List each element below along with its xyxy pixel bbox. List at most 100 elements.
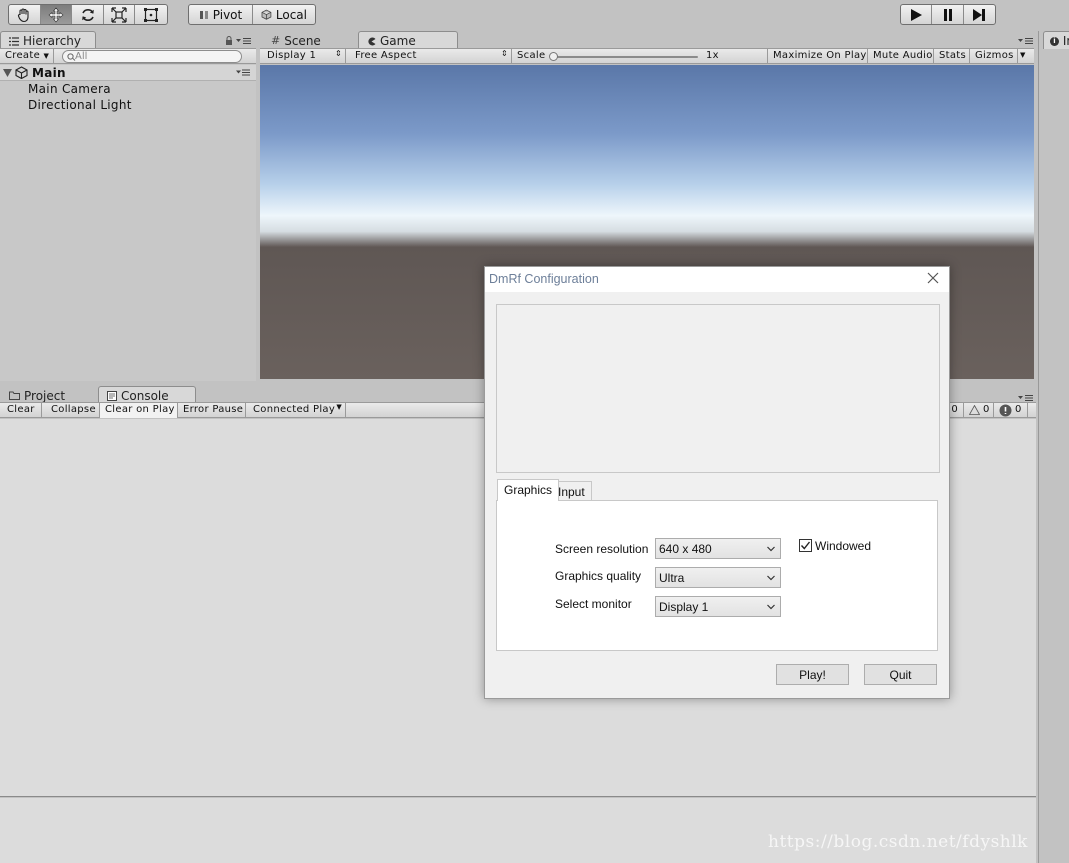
chevron-down-icon <box>767 604 775 610</box>
display-label: Display 1 <box>267 50 317 61</box>
tab-hierarchy-label: Hierarchy <box>23 34 82 48</box>
move-arrows-icon <box>48 7 64 22</box>
step-button[interactable] <box>964 5 995 24</box>
hand-tool-button[interactable] <box>9 5 41 24</box>
scene-menu-icon[interactable] <box>236 69 250 76</box>
mute-audio-toggle[interactable]: Mute Audio <box>868 49 934 64</box>
error-icon <box>999 404 1012 417</box>
display-dropdown[interactable]: Display 1 ⇕ <box>262 49 346 64</box>
local-label: Local <box>275 7 307 22</box>
graphics-quality-label: Graphics quality <box>555 569 642 583</box>
dropdown-caret-icon: ▼ <box>43 52 50 60</box>
stats-toggle[interactable]: Stats <box>934 49 970 64</box>
dialog-title: DmRf Configuration <box>489 272 599 286</box>
mute-label: Mute Audio <box>873 50 933 61</box>
updown-caret-icon: ⇕ <box>334 49 342 58</box>
tab-graphics[interactable]: Graphics <box>497 479 560 501</box>
graphics-quality-select[interactable]: Ultra <box>655 567 781 588</box>
tab-graphics-label: Graphics <box>504 483 553 497</box>
play-icon <box>911 8 923 21</box>
error-pause-toggle[interactable]: Error Pause <box>178 403 246 418</box>
aspect-label: Free Aspect <box>355 50 417 61</box>
gizmos-toggle[interactable]: Gizmos <box>970 49 1018 64</box>
scale-icon <box>111 6 127 23</box>
hierarchy-panel: Hierarchy Create ▼ All Main Main Camera … <box>0 31 256 381</box>
collapse-toggle[interactable]: Collapse <box>46 403 100 418</box>
pause-icon <box>943 8 952 21</box>
windowed-label: Windowed <box>815 539 872 553</box>
scale-tool-button[interactable] <box>104 5 136 24</box>
create-dropdown[interactable]: Create ▼ <box>0 49 54 64</box>
scale-value: 1x <box>706 50 719 61</box>
play-button[interactable] <box>901 5 933 24</box>
pacman-icon <box>368 37 376 45</box>
scale-slider-handle[interactable] <box>549 52 558 61</box>
expand-triangle-icon[interactable] <box>3 69 12 77</box>
graphics-quality-value: Ultra <box>659 571 685 585</box>
info-icon: i <box>1050 36 1059 46</box>
scene-name: Main <box>32 66 66 80</box>
transform-tools <box>8 4 168 25</box>
lock-icon[interactable] <box>225 36 233 45</box>
pivot-label: Pivot <box>212 7 243 22</box>
game-toolbar: Display 1 ⇕ Free Aspect ⇕ Scale 1x Maxim… <box>260 48 1034 64</box>
panel-menu-icon[interactable] <box>1018 37 1034 45</box>
main-toolbar: Pivot Local <box>0 0 1069 31</box>
step-icon <box>973 8 986 21</box>
watermark: https://blog.csdn.net/fdyshlk <box>768 832 1028 852</box>
hierarchy-toolbar: Create ▼ All <box>0 48 256 64</box>
aspect-dropdown[interactable]: Free Aspect ⇕ <box>350 49 512 64</box>
move-tool-button[interactable] <box>40 5 73 24</box>
console-detail-area[interactable] <box>0 798 1036 863</box>
scene-row-main[interactable]: Main <box>0 65 256 81</box>
warning-filter-toggle[interactable]: 0 <box>966 403 994 418</box>
list-item[interactable]: Directional Light <box>0 97 256 113</box>
tab-project-label: Project <box>24 388 66 403</box>
connected-player-dropdown[interactable]: Connected Player ▼ <box>248 403 346 418</box>
close-button[interactable] <box>925 270 941 286</box>
rotate-tool-button[interactable] <box>72 5 104 24</box>
folder-icon <box>9 391 20 400</box>
local-button[interactable]: Local <box>253 5 315 24</box>
rect-tool-button[interactable] <box>135 5 167 24</box>
hierarchy-item-label: Main Camera <box>28 82 111 96</box>
tab-hierarchy[interactable]: Hierarchy <box>0 31 96 49</box>
warning-count: 0 <box>983 404 990 415</box>
error-filter-toggle[interactable]: 0 <box>996 403 1028 418</box>
quit-label: Quit <box>889 668 912 682</box>
screen-resolution-label: Screen resolution <box>555 542 649 556</box>
clear-button[interactable]: Clear <box>2 403 42 418</box>
gizmos-dropdown[interactable]: ▼ <box>1018 49 1032 64</box>
list-item[interactable]: Main Camera <box>0 81 256 97</box>
hierarchy-search[interactable]: All <box>62 50 242 63</box>
quit-button[interactable]: Quit <box>864 664 937 685</box>
scale-slider[interactable] <box>552 56 698 58</box>
tab-scene[interactable]: # Scene <box>262 31 358 48</box>
hand-icon <box>18 7 29 22</box>
rotate-icon <box>81 8 94 21</box>
select-monitor-select[interactable]: Display 1 <box>655 596 781 617</box>
screen-resolution-value: 640 x 480 <box>659 542 712 556</box>
pause-button[interactable] <box>932 5 964 24</box>
maximize-on-play-toggle[interactable]: Maximize On Play <box>768 49 868 64</box>
tab-inspector[interactable]: i In <box>1043 31 1069 49</box>
chevron-down-icon <box>767 546 775 552</box>
pivot-button[interactable]: Pivot <box>189 5 253 24</box>
clear-on-play-toggle[interactable]: Clear on Play <box>100 403 178 418</box>
panel-menu-icon[interactable] <box>1018 394 1034 402</box>
maximize-label: Maximize On Play <box>773 50 867 61</box>
tab-game[interactable]: Game <box>358 31 458 49</box>
clear-on-play-label: Clear on Play <box>105 404 175 415</box>
tab-project[interactable]: Project <box>0 386 96 403</box>
checkmark-icon <box>800 541 811 550</box>
select-monitor-value: Display 1 <box>659 600 709 614</box>
rect-transform-icon <box>144 7 159 22</box>
error-count: 0 <box>1015 404 1022 415</box>
play-button-dialog[interactable]: Play! <box>776 664 849 685</box>
chevron-down-icon <box>767 575 775 581</box>
stats-label: Stats <box>939 50 967 61</box>
screen-resolution-select[interactable]: 640 x 480 <box>655 538 781 559</box>
panel-menu-icon[interactable] <box>236 37 252 45</box>
cube-icon <box>261 9 272 20</box>
windowed-checkbox[interactable] <box>799 539 812 552</box>
